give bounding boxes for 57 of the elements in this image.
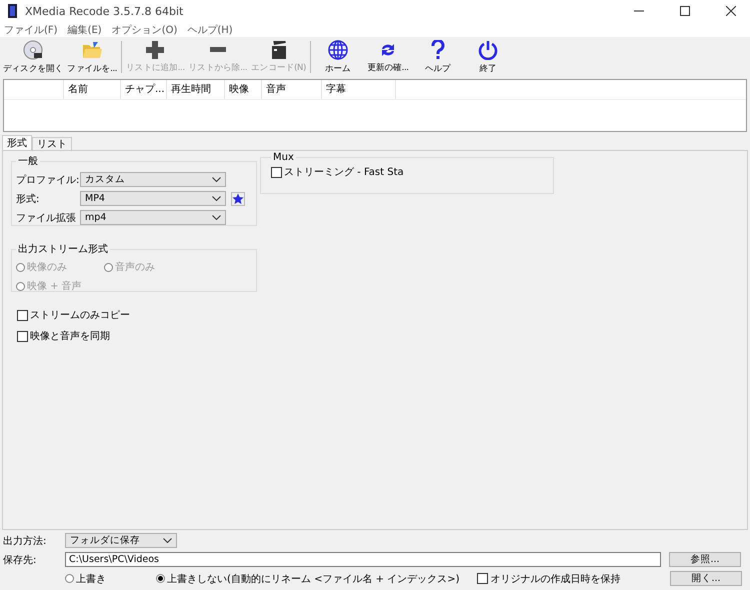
group-title: 出力ストリーム形式 (17, 242, 109, 256)
column-header[interactable]: チャプ... (121, 80, 167, 99)
close-icon[interactable] (726, 6, 736, 16)
field-label: 形式: (16, 192, 40, 206)
favorite-button[interactable] (231, 192, 245, 206)
column-header[interactable]: 映像 (225, 80, 262, 99)
field-label: 保存先: (3, 554, 38, 566)
tab[interactable]: 形式 (2, 135, 32, 150)
menu-item[interactable]: ファイル(F) (4, 22, 58, 36)
radio-option[interactable]: 上書きしない(自動的にリネーム <ファイル名 + インデックス>) (156, 572, 460, 586)
path-field[interactable]: C:\Users\PC\Videos (65, 552, 661, 567)
chevron-icon (212, 215, 221, 220)
radio-option[interactable]: 上書き (65, 572, 106, 586)
plus-icon (146, 40, 164, 58)
help-icon (430, 40, 445, 60)
toolbar-button[interactable]: 終了 (462, 38, 513, 76)
column-header[interactable]: 字幕 (322, 80, 396, 99)
chevron-icon (163, 538, 172, 543)
checkbox-option[interactable]: オリジナルの作成日時を保持 (477, 572, 620, 586)
menu-item[interactable]: 編集(E) (68, 22, 102, 36)
browse-button[interactable]: 参照... (669, 552, 741, 567)
column-header[interactable]: 再生時間 (167, 80, 225, 99)
toolbar-button[interactable]: ヘルプ (412, 38, 463, 76)
dropdown[interactable]: フォルダに保存 (65, 533, 177, 548)
toolbar-button[interactable]: ホーム (312, 38, 363, 76)
toolbar-button[interactable]: ファイルを... (65, 38, 120, 76)
menu-item[interactable]: ヘルプ(H) (187, 22, 233, 36)
clapper-icon (270, 40, 287, 58)
folder-icon (82, 40, 102, 60)
chevron-icon (212, 177, 221, 182)
column-header[interactable]: 音声 (262, 80, 322, 99)
group-title: 一般 (17, 155, 39, 168)
power-icon (478, 40, 498, 60)
film-icon (8, 4, 17, 18)
disc-icon (23, 40, 44, 60)
toolbar-button[interactable]: ディスクを開く (1, 38, 66, 76)
dropdown[interactable]: mp4 (80, 210, 226, 225)
group-title: Mux (272, 152, 295, 163)
checkbox-option[interactable]: ストリーミング - Fast Sta (271, 165, 543, 179)
field-label: 出力方法: (3, 534, 48, 548)
globe-icon (328, 40, 348, 60)
open-button[interactable]: 開く... (670, 571, 742, 586)
maximize-icon[interactable] (680, 6, 690, 16)
checkbox-option[interactable]: 映像と音声を同期 (17, 329, 257, 343)
field-label: プロファイル: (16, 174, 80, 186)
window-title: XMedia Recode 3.5.7.8 64bit (25, 4, 184, 18)
field-label: ファイル拡張 (16, 212, 77, 224)
chevron-icon (212, 196, 221, 201)
star-icon (232, 192, 244, 204)
dropdown[interactable]: MP4 (80, 191, 226, 206)
minus-icon (210, 46, 226, 52)
checkbox-option[interactable]: ストリームのみコピー (17, 308, 257, 322)
toolbar-button[interactable]: 更新の確... (362, 38, 413, 76)
dropdown[interactable]: カスタム (80, 172, 226, 187)
tab[interactable]: リスト (32, 137, 72, 150)
column-header[interactable]: 名前 (64, 80, 121, 99)
menu-item[interactable]: オプション(O) (112, 22, 178, 36)
